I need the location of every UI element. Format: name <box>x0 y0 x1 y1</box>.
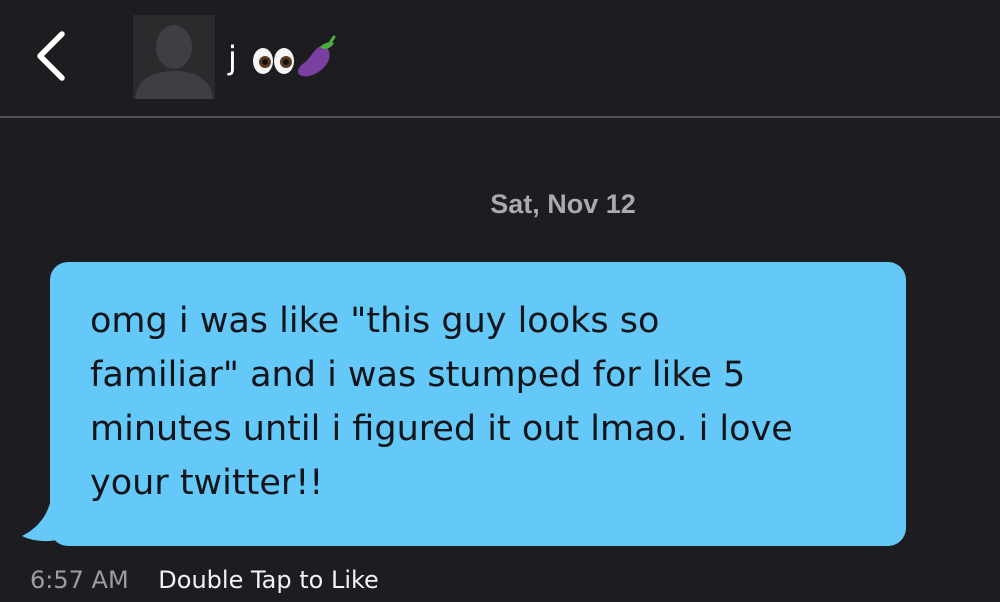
eggplant-emoji-icon <box>297 35 336 77</box>
contact-name[interactable]: j <box>228 38 237 78</box>
chat-header: j <box>0 0 1000 116</box>
name-emojis <box>250 33 340 81</box>
double-tap-to-like-hint[interactable]: Double Tap to Like <box>158 566 379 594</box>
avatar[interactable] <box>133 15 215 99</box>
message-time: 6:57 AM <box>30 566 129 594</box>
chevron-left-icon <box>37 31 65 81</box>
date-separator: Sat, Nov 12 <box>490 189 636 219</box>
message-bubble[interactable]: omg i was like "this guy looks so famili… <box>22 262 906 546</box>
message-text: omg i was like "this guy looks so famili… <box>90 301 793 503</box>
message-meta: 6:57 AM Double Tap to Like <box>30 563 379 597</box>
back-button[interactable] <box>30 28 74 84</box>
default-profile-silhouette-icon <box>133 15 215 99</box>
header-divider <box>0 116 1000 118</box>
eyes-emoji-icon <box>253 48 294 74</box>
